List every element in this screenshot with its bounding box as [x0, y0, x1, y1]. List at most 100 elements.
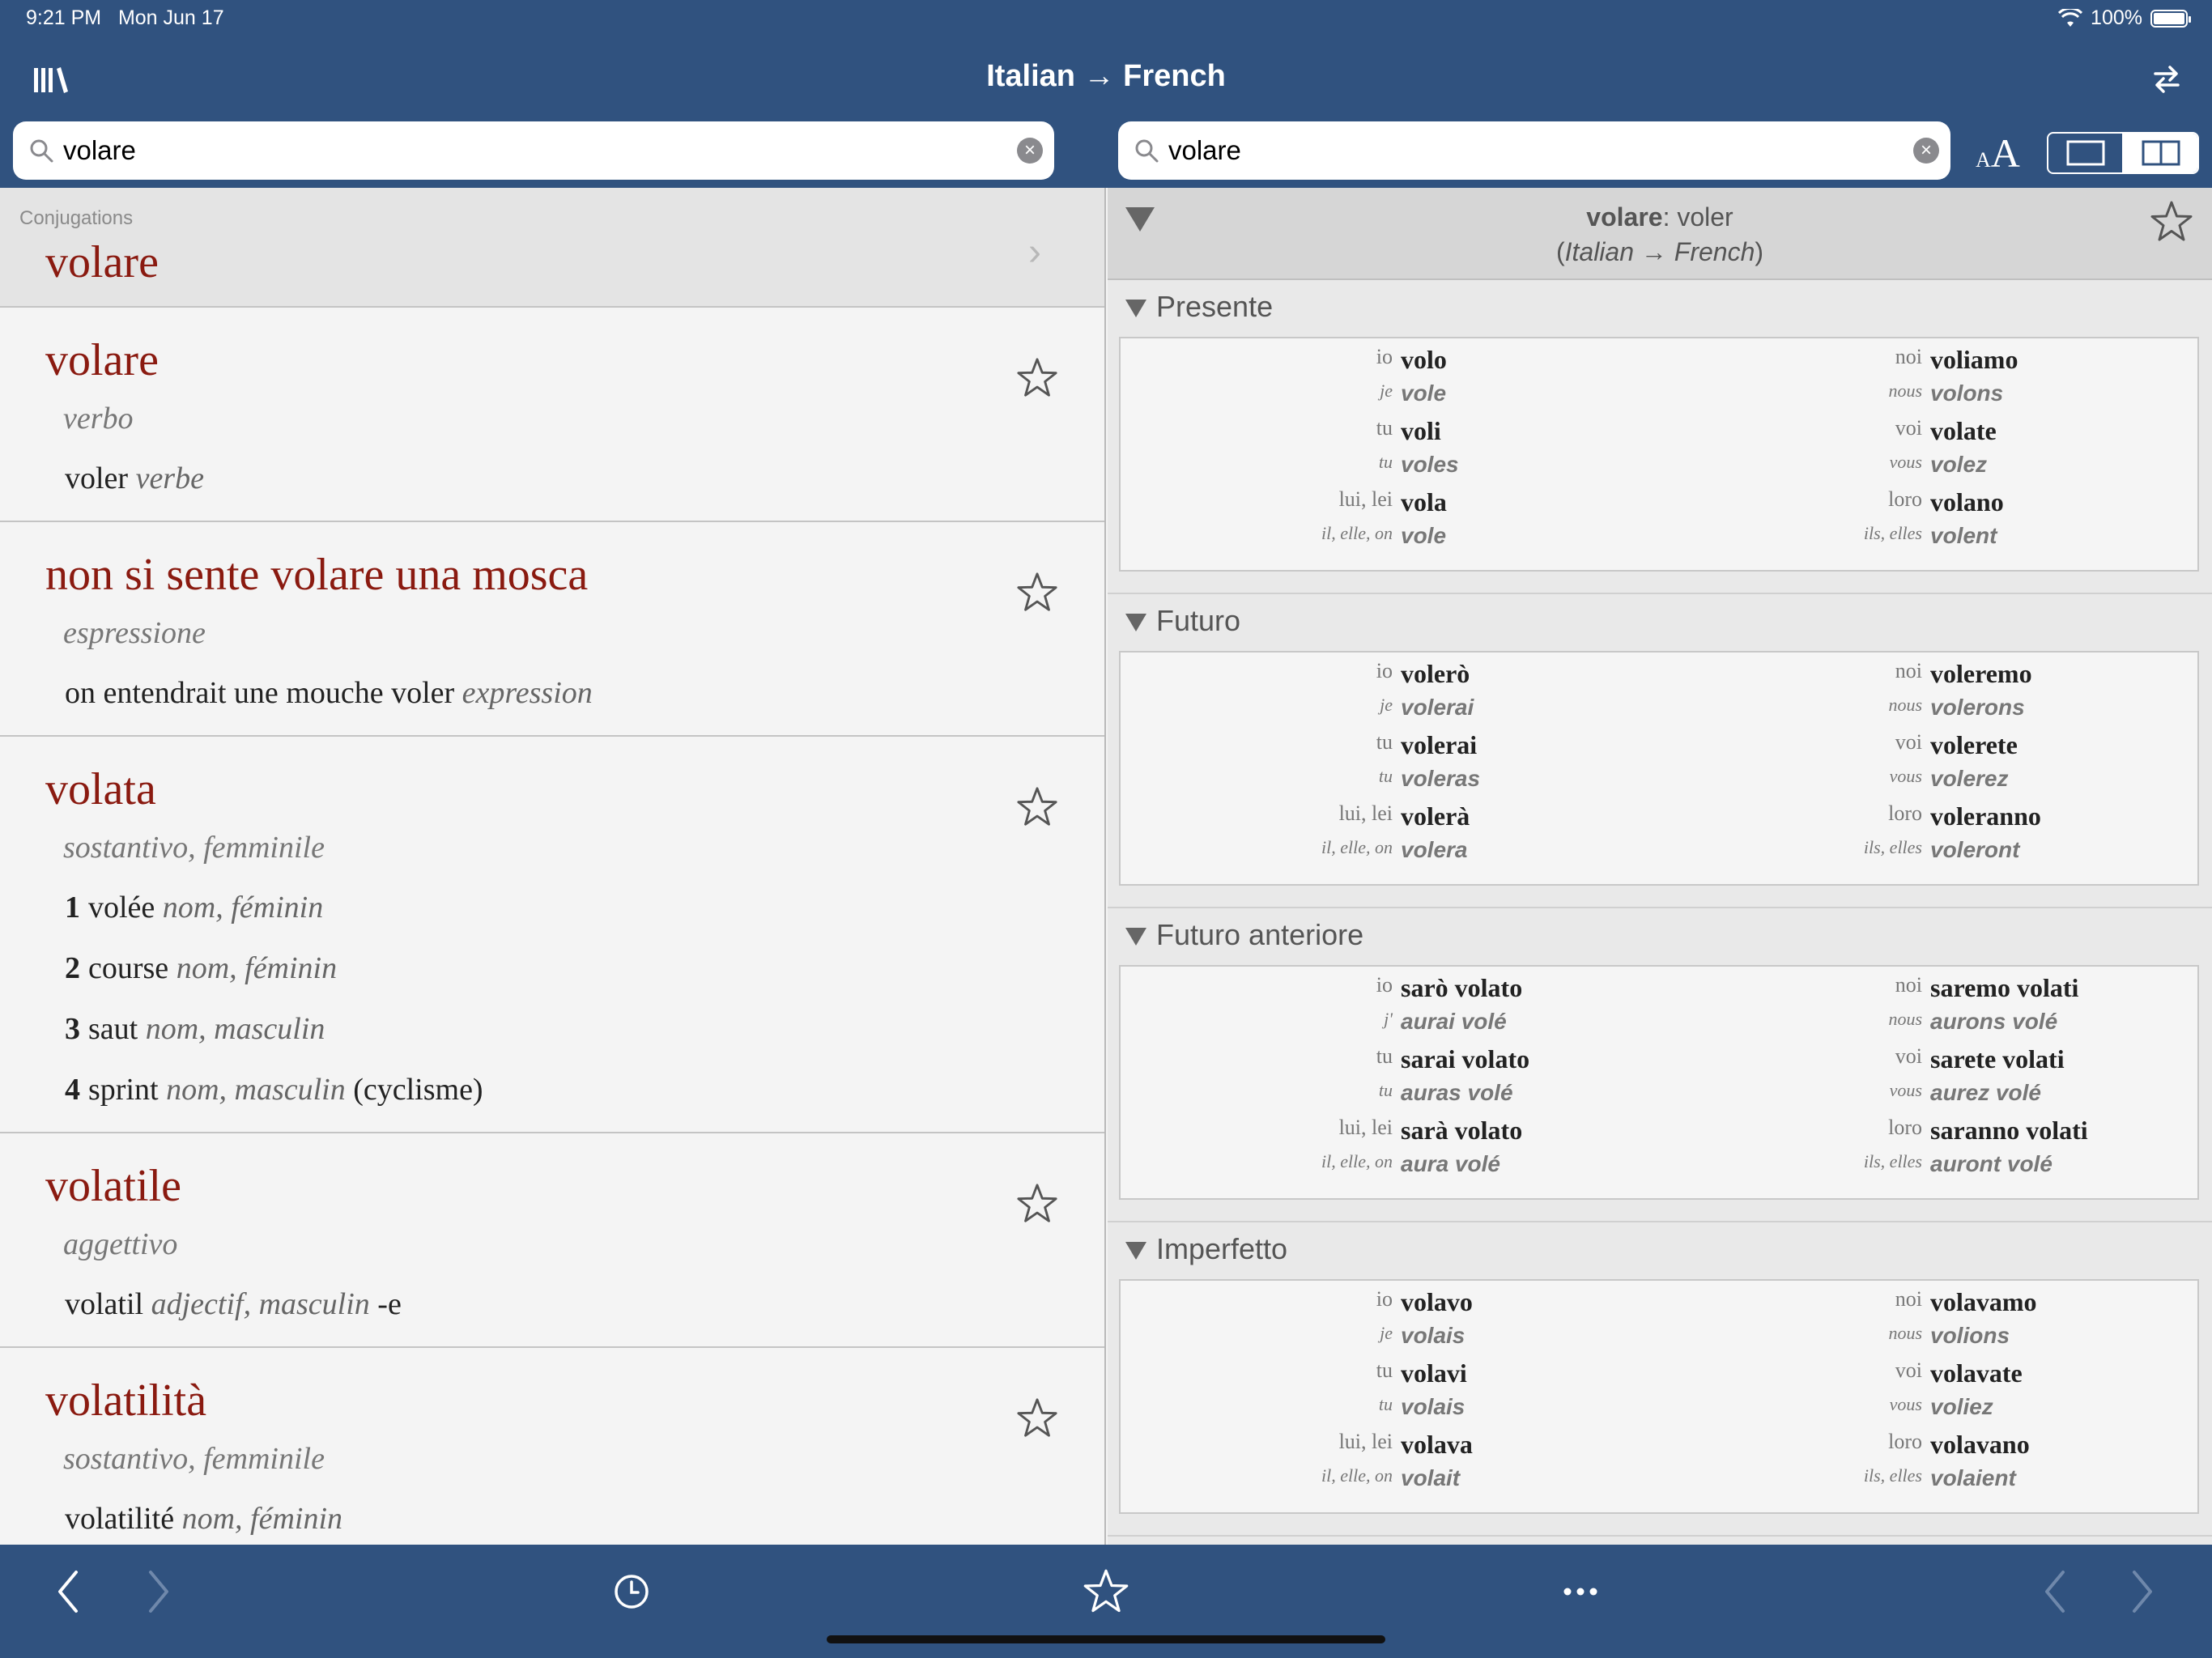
conjugation-cell: il, elle, on vole [1321, 523, 1446, 559]
favorite-star-icon[interactable] [1015, 571, 1059, 614]
detail-translation: voler [1677, 202, 1733, 232]
conjugation-cell: tu voleras [1379, 766, 1481, 801]
verb-form: sarò volato [1401, 973, 1523, 1002]
pronoun: il, elle, on [1321, 1151, 1393, 1171]
pronoun: vous [1889, 1394, 1922, 1414]
verb-form: voleras [1401, 766, 1481, 791]
history-clock-icon[interactable] [607, 1567, 656, 1616]
tense-header[interactable]: Futuro [1108, 594, 2212, 651]
conjugation-cell: tu volais [1379, 1394, 1465, 1430]
results-list: Conjugations volare › volare verbo voler v… [0, 188, 1106, 1545]
entry-translation: volatilité nom, féminin [45, 1489, 1104, 1545]
back-icon[interactable] [44, 1567, 92, 1616]
entry-headword: volata [45, 764, 156, 814]
translation-gram: nom, féminin [176, 951, 338, 985]
verb-form: saremo volati [1930, 973, 2079, 1002]
next-entry-icon[interactable] [2118, 1567, 2167, 1616]
verb-form: auront volé [1930, 1151, 2052, 1176]
collapse-triangle-icon [1125, 614, 1146, 631]
conjugation-cell: nous volions [1888, 1323, 2010, 1358]
swap-direction-icon[interactable] [2150, 63, 2183, 96]
conjugation-cell: lui, lei volerà [1339, 801, 1470, 837]
entry-row[interactable]: volata sostantivo, femminile 1 volée nom, f… [0, 737, 1104, 1133]
conjugation-cell: lui, lei volava [1339, 1430, 1473, 1465]
conjugations-row[interactable]: Conjugations volare › [0, 188, 1104, 308]
conjugation-cell: loro voleranno [1888, 801, 2041, 837]
pronoun: voi [1895, 1358, 1922, 1382]
entry-headword: volatile [45, 1161, 181, 1211]
conjugation-cell: il, elle, on volera [1321, 837, 1467, 873]
single-pane-layout-icon[interactable] [2048, 134, 2122, 172]
conjugation-cell: noi saremo volati [1895, 973, 2079, 1009]
conjugation-cell: nous volerons [1888, 695, 2025, 730]
entry-pos: sostantivo, femminile [63, 831, 325, 865]
verb-form: volons [1930, 380, 2004, 406]
prev-entry-icon[interactable] [2031, 1567, 2079, 1616]
forward-icon[interactable] [134, 1567, 183, 1616]
entry-pos: espressione [63, 616, 206, 650]
detail-title: volare: voler [1586, 202, 1733, 232]
clear-search-icon[interactable]: × [1913, 138, 1939, 164]
translation-word: sprint [88, 1073, 159, 1107]
home-indicator[interactable] [827, 1635, 1385, 1643]
conjugation-cell: noi volavamo [1895, 1287, 2037, 1323]
left-search-input[interactable]: volare [63, 135, 1017, 166]
entry-headword: non si sente volare una mosca [45, 550, 589, 600]
pronoun: je [1380, 1323, 1393, 1343]
conjugation-cell: tu volerai [1376, 730, 1478, 766]
verb-form: volerai [1401, 695, 1474, 720]
entry-row[interactable]: volatilità sostantivo, femminile volatilit… [0, 1348, 1104, 1545]
entry-row[interactable]: non si sente volare una mosca espressione… [0, 522, 1104, 737]
favorite-star-icon[interactable] [1015, 1182, 1059, 1226]
translation-gram: verbe [135, 461, 204, 495]
verb-form: volerete [1930, 730, 2018, 759]
translation-word: volée [88, 891, 155, 925]
right-search-input[interactable]: volare [1168, 135, 1913, 166]
verb-form: volerai [1401, 730, 1478, 759]
verb-form: aurons volé [1930, 1009, 2058, 1034]
left-search-field[interactable]: volare × [13, 121, 1054, 180]
conjugation-cell: loro volavano [1888, 1430, 2030, 1465]
verb-form: voleront [1930, 837, 2020, 862]
tense-header[interactable]: Futuro anteriore [1108, 908, 2212, 965]
entry-row[interactable]: volare verbo voler verbe [0, 308, 1104, 522]
more-ellipsis-icon[interactable] [1556, 1567, 1605, 1616]
tense-header[interactable]: Imperfetto [1108, 1222, 2212, 1279]
conjugation-cell: io sarò volato [1376, 973, 1523, 1009]
pronoun: loro [1888, 801, 1922, 825]
verb-form: volo [1401, 345, 1447, 374]
favorite-star-icon[interactable] [1015, 785, 1059, 829]
favorite-star-icon[interactable] [1015, 1397, 1059, 1440]
entry-pos: verbo [63, 402, 134, 436]
verb-form: volavamo [1930, 1287, 2037, 1316]
conjugation-cell: noi voleremo [1895, 659, 2032, 695]
font-size-button[interactable]: AA [1976, 130, 2020, 176]
clear-search-icon[interactable]: × [1017, 138, 1043, 164]
conjugation-cell: noi voliamo [1895, 345, 2018, 380]
tense-header[interactable]: Presente [1108, 280, 2212, 337]
verb-form: volava [1401, 1430, 1473, 1459]
conjugation-cell: vous voliez [1890, 1394, 1993, 1430]
verb-form: volano [1930, 487, 2004, 517]
verb-form: voleremo [1930, 659, 2032, 688]
font-size-small-glyph: A [1976, 148, 1991, 172]
favorite-star-icon[interactable] [2149, 199, 2194, 244]
verb-form: volaient [1930, 1465, 2016, 1490]
entry-row[interactable]: volatile aggettivo volatil adjectif, mascu… [0, 1133, 1104, 1348]
tense-name: Presente [1156, 290, 1274, 323]
tense-name: Futuro [1156, 604, 1241, 637]
pronoun: tu [1378, 1080, 1393, 1100]
right-search-field[interactable]: volare × [1118, 121, 1950, 180]
conjugation-cell: ils, elles volent [1864, 523, 1997, 559]
verb-form: voleranno [1930, 801, 2041, 831]
conjugations-label: Conjugations [19, 207, 134, 229]
verb-form: volerons [1930, 695, 2025, 720]
conjugation-cell: vous aurez volé [1890, 1080, 2041, 1116]
conjugation-cell: vous volez [1890, 452, 1987, 487]
split-pane-layout-icon[interactable] [2122, 134, 2197, 172]
collapse-triangle-icon[interactable] [1124, 206, 1156, 233]
favorites-star-icon[interactable] [1082, 1567, 1130, 1616]
translation-word: on entendrait une mouche voler [65, 676, 455, 710]
favorite-star-icon[interactable] [1015, 356, 1059, 400]
verb-form: voliez [1930, 1394, 1993, 1419]
